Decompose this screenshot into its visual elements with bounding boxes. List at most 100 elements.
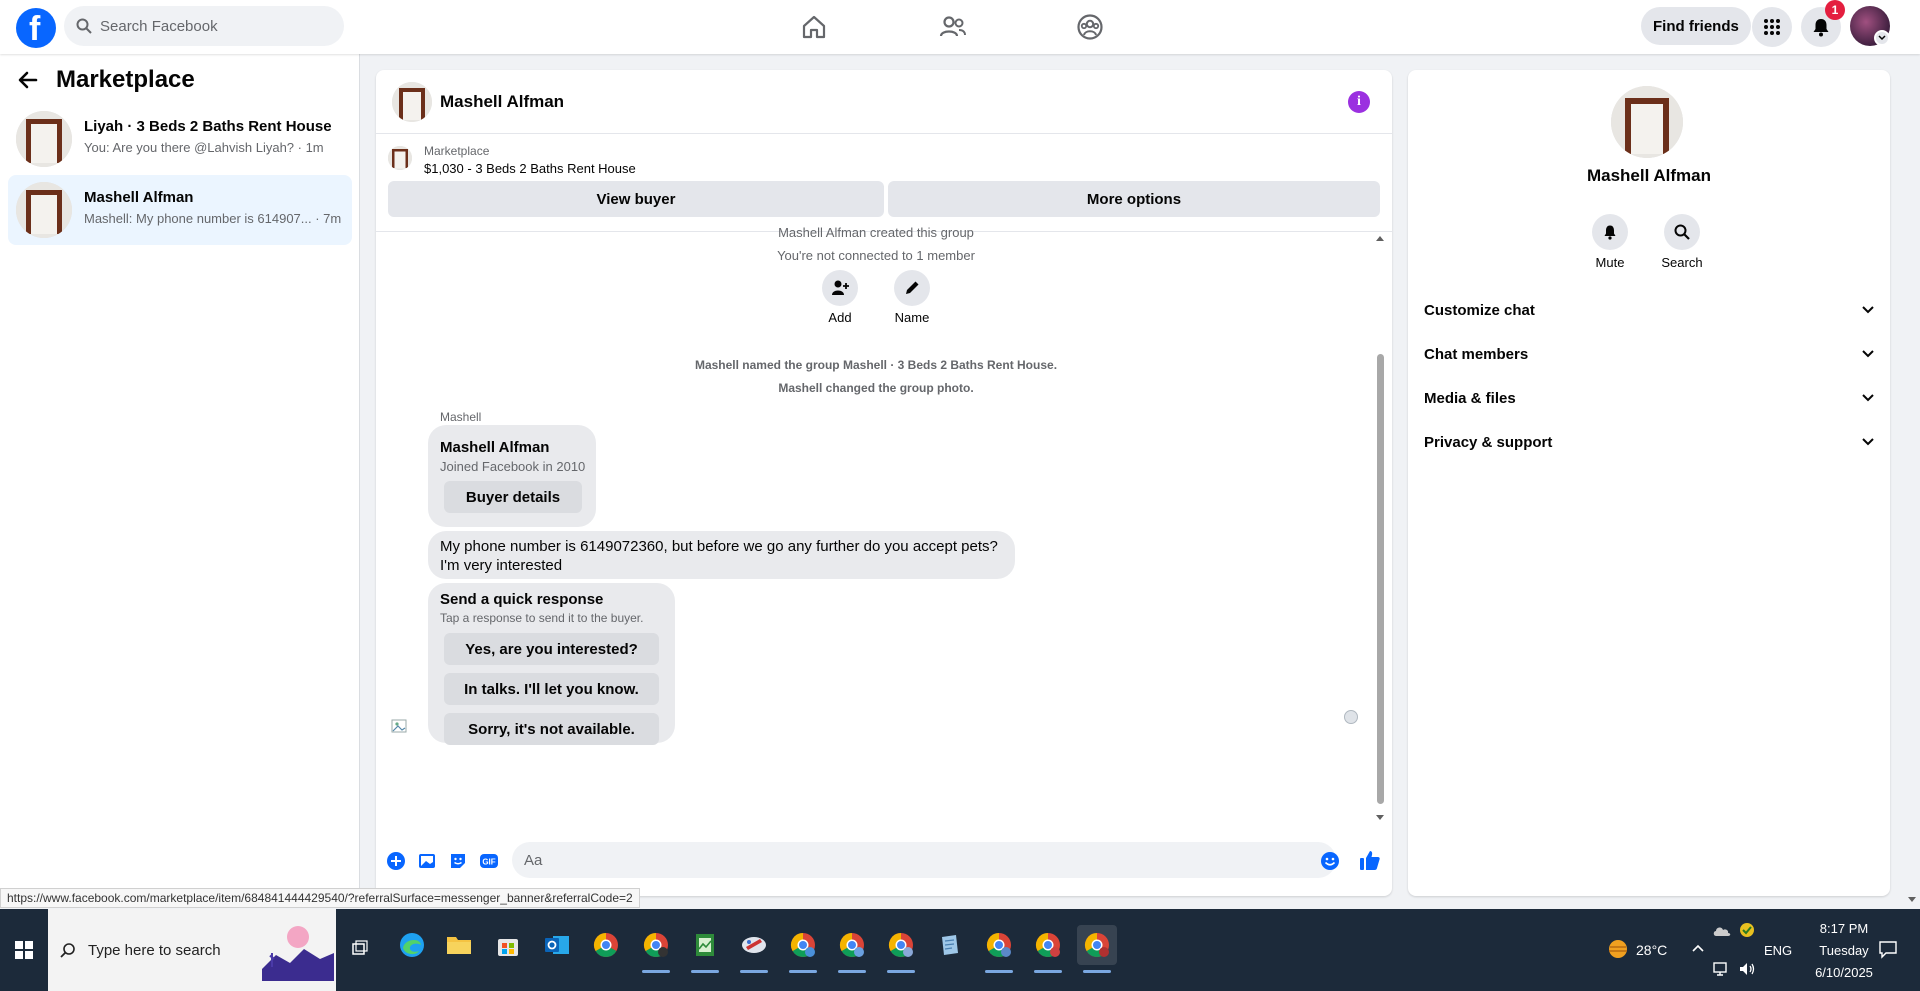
- facebook-logo[interactable]: f: [16, 8, 56, 48]
- buyer-details-button[interactable]: Buyer details: [444, 481, 582, 513]
- chat-header: Mashell Alfman i: [376, 70, 1392, 134]
- back-arrow-icon[interactable]: [16, 68, 40, 92]
- chrome-profile-icon[interactable]: [636, 925, 676, 973]
- menu-grid-icon[interactable]: [1752, 7, 1792, 47]
- groups-icon[interactable]: [1073, 10, 1107, 44]
- customize-chat-section[interactable]: Customize chat: [1424, 292, 1874, 328]
- onedrive-cloud-icon[interactable]: [1712, 923, 1732, 939]
- quick-reply-in-talks-button[interactable]: In talks. I'll let you know.: [444, 673, 659, 705]
- friends-icon[interactable]: [936, 10, 970, 44]
- buyer-name: Mashell Alfman: [440, 439, 550, 456]
- mute-bell-icon[interactable]: [1592, 214, 1628, 250]
- listing-thumbnail[interactable]: [388, 146, 412, 170]
- microsoft-store-icon[interactable]: [488, 925, 528, 965]
- facebook-logo-glyph: f: [29, 10, 41, 48]
- media-files-section[interactable]: Media & files: [1424, 380, 1874, 416]
- chat-scrollbar[interactable]: [1375, 234, 1385, 822]
- sidebar-header: Marketplace: [16, 66, 195, 94]
- file-explorer-icon[interactable]: [439, 925, 479, 965]
- thumbs-up-like-icon[interactable]: [1358, 848, 1382, 872]
- not-connected-notice: You're not connected to 1 member: [777, 248, 975, 263]
- home-icon[interactable]: [797, 10, 831, 44]
- chrome-window-icon[interactable]: [832, 925, 872, 973]
- section-label: Chat members: [1424, 345, 1529, 363]
- search-highlight-illustration: [262, 919, 334, 981]
- weather-icon[interactable]: [1606, 937, 1630, 961]
- group-named-notice: Mashell named the group Mashell · 3 Beds…: [694, 358, 1058, 372]
- message-input[interactable]: [512, 842, 1336, 878]
- task-view-icon[interactable]: [350, 939, 370, 959]
- conversation-item[interactable]: Liyah · 3 Beds 2 Baths Rent House You: A…: [8, 104, 352, 174]
- network-icon[interactable]: [1712, 961, 1730, 977]
- listing-banner: Marketplace $1,030 - 3 Beds 2 Baths Rent…: [376, 134, 1392, 232]
- chevron-down-icon: [1862, 306, 1874, 314]
- weather-temperature[interactable]: 28°C: [1636, 942, 1667, 958]
- volume-speaker-icon[interactable]: [1738, 961, 1756, 977]
- chat-panel: Mashell Alfman i Marketplace $1,030 - 3 …: [376, 70, 1392, 896]
- drawing-app-icon[interactable]: [734, 925, 774, 973]
- chrome-window-icon[interactable]: [1028, 925, 1068, 973]
- section-label: Privacy & support: [1424, 433, 1553, 451]
- quick-response-subtitle: Tap a response to send it to the buyer.: [440, 611, 644, 625]
- conversation-name: Mashell Alfman: [84, 189, 194, 206]
- page-scroll-down-arrow[interactable]: [1906, 895, 1918, 905]
- section-label: Media & files: [1424, 389, 1516, 407]
- security-tray-icon[interactable]: [1738, 921, 1756, 939]
- windows-start-icon[interactable]: [0, 909, 48, 991]
- plus-circle-icon[interactable]: [386, 851, 406, 871]
- sticker-icon[interactable]: [448, 851, 468, 871]
- conversation-info-icon[interactable]: i: [1348, 91, 1370, 113]
- find-friends-button[interactable]: Find friends: [1641, 7, 1751, 45]
- message-text-line-1: My phone number is 6149072360, but befor…: [440, 538, 998, 555]
- spreadsheet-app-icon[interactable]: [685, 925, 725, 973]
- conversation-name: Liyah · 3 Beds 2 Baths Rent House: [84, 118, 332, 135]
- chat-avatar[interactable]: [392, 82, 432, 122]
- privacy-support-section[interactable]: Privacy & support: [1424, 424, 1874, 460]
- search-input[interactable]: [100, 17, 320, 35]
- clock-day[interactable]: Tuesday: [1808, 943, 1880, 958]
- quick-reply-not-available-button[interactable]: Sorry, it's not available.: [444, 713, 659, 745]
- clock-time[interactable]: 8:17 PM: [1808, 921, 1880, 936]
- chat-contact-name[interactable]: Mashell Alfman: [440, 92, 564, 112]
- sender-label: Mashell: [440, 410, 482, 424]
- clock-date[interactable]: 6/10/2025: [1808, 965, 1880, 980]
- view-buyer-button[interactable]: View buyer: [388, 181, 884, 217]
- add-member-icon[interactable]: [822, 270, 858, 306]
- edit-name-pencil-icon[interactable]: [894, 270, 930, 306]
- quick-reply-yes-button[interactable]: Yes, are you interested?: [444, 633, 659, 665]
- sender-avatar-broken-image: [390, 718, 414, 742]
- message-thread[interactable]: Mashell Alfman created this group You're…: [376, 225, 1392, 822]
- chat-members-section[interactable]: Chat members: [1424, 336, 1874, 372]
- gif-icon[interactable]: GIF: [479, 851, 499, 871]
- chevron-down-icon: [1862, 394, 1874, 402]
- message-bubble[interactable]: My phone number is 6149072360, but befor…: [428, 531, 1015, 579]
- top-navigation-bar: f Find friends 1: [0, 0, 1920, 54]
- group-photo-notice: Mashell changed the group photo.: [778, 381, 974, 395]
- taskbar-search-icon: [60, 943, 75, 958]
- search-in-chat-icon[interactable]: [1664, 214, 1700, 250]
- edge-icon[interactable]: [392, 925, 432, 965]
- outlook-icon[interactable]: [537, 925, 577, 965]
- chrome-window-icon[interactable]: [881, 925, 921, 973]
- notes-app-icon[interactable]: [930, 925, 970, 965]
- conversation-item-active[interactable]: Mashell Alfman Mashell: My phone number …: [8, 175, 352, 245]
- message-composer: GIF: [376, 836, 1392, 886]
- chat-scrollbar-thumb[interactable]: [1377, 354, 1384, 804]
- facebook-search[interactable]: [64, 6, 344, 46]
- chrome-window-icon[interactable]: [783, 925, 823, 973]
- account-chevron-down-icon[interactable]: [1874, 30, 1890, 46]
- contact-avatar[interactable]: [1611, 86, 1683, 158]
- notification-center-icon[interactable]: [1878, 939, 1898, 959]
- show-hidden-icons-chevron-up-icon[interactable]: [1691, 943, 1705, 953]
- more-options-button[interactable]: More options: [888, 181, 1380, 217]
- listing-title[interactable]: $1,030 - 3 Beds 2 Baths Rent House: [424, 161, 636, 176]
- notification-count-badge: 1: [1825, 0, 1845, 20]
- emoji-icon[interactable]: [1320, 851, 1340, 871]
- quick-response-title: Send a quick response: [440, 591, 604, 608]
- input-language-indicator[interactable]: ENG: [1764, 943, 1792, 958]
- chrome-icon[interactable]: [586, 925, 626, 965]
- mute-label: Mute: [1595, 255, 1625, 270]
- chrome-window-icon[interactable]: [979, 925, 1019, 973]
- photo-gallery-icon[interactable]: [417, 851, 437, 871]
- chrome-active-window-icon[interactable]: [1077, 925, 1117, 973]
